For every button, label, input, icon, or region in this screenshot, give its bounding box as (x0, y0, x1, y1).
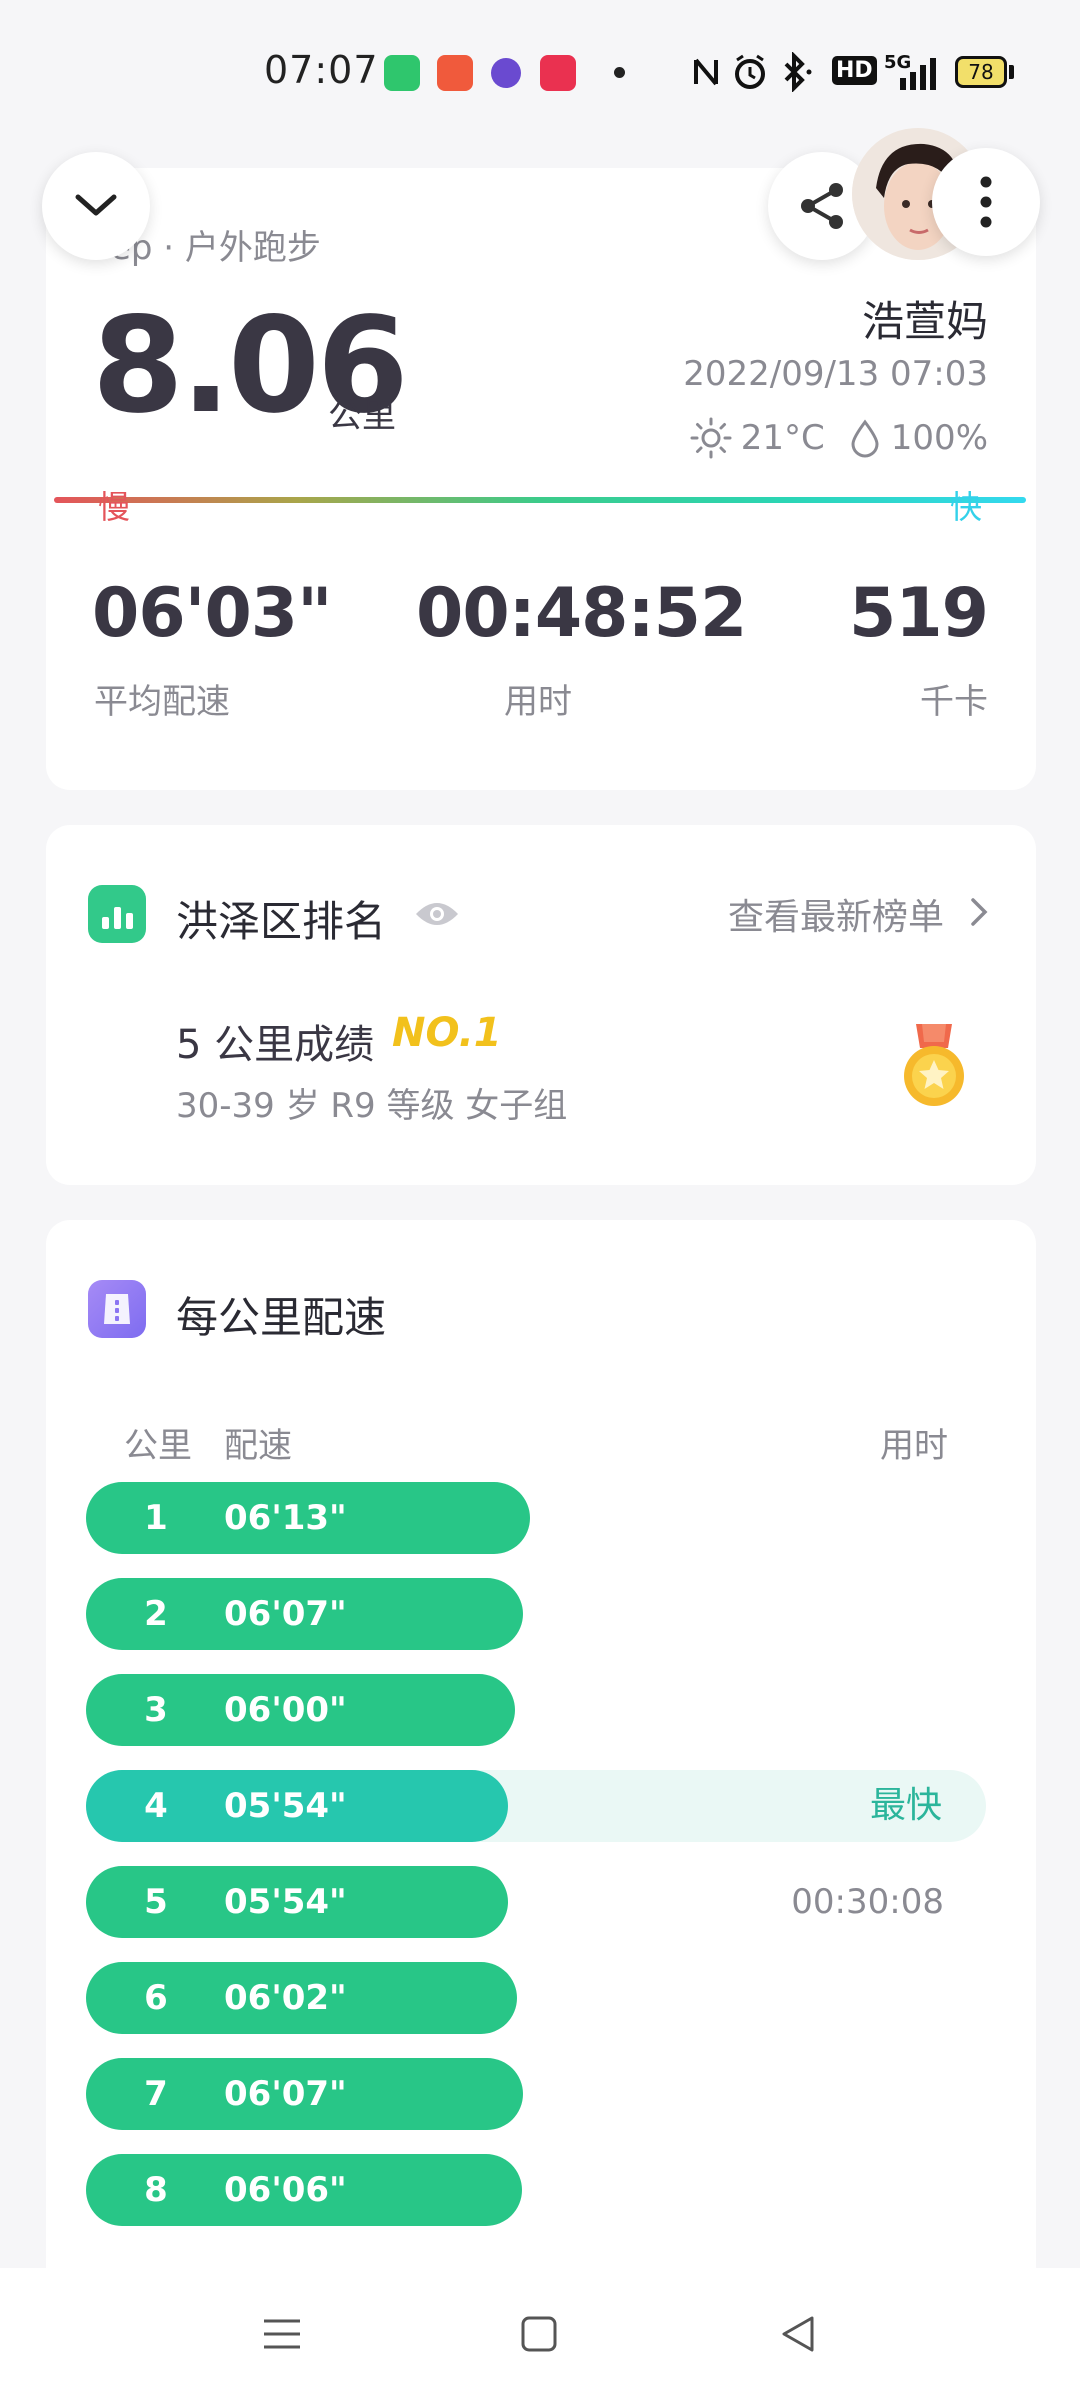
split-row: 4 05'54" 最快 (86, 1770, 986, 1842)
more-options-button[interactable] (932, 148, 1040, 256)
wechat-app-icon (384, 55, 420, 91)
split-km: 1 (144, 1498, 168, 1538)
pace-list-icon (88, 1280, 146, 1338)
split-row: 3 06'00" (86, 1674, 986, 1746)
split-km: 4 (144, 1786, 168, 1826)
username: 浩萱妈 (861, 297, 988, 346)
menu-button[interactable] (252, 2304, 312, 2364)
sun-icon (690, 417, 732, 459)
avg-pace-value: 06'03" (92, 574, 333, 653)
alarm-icon (735, 54, 765, 89)
calories-value: 519 (849, 574, 989, 653)
weather-info: 21°C 100% (689, 416, 988, 460)
video-app-icon (540, 55, 576, 91)
split-row: 8 06'06" (86, 2154, 986, 2226)
ranking-group: 30-39 岁 R9 等级 女子组 (176, 1086, 568, 1126)
run-datetime: 2022/09/13 07:03 (683, 354, 988, 394)
split-cumulative-time: 00:30:08 (791, 1882, 944, 1922)
split-km: 3 (144, 1690, 168, 1730)
ranking-card[interactable] (46, 825, 1036, 1185)
column-header-km: 公里 (124, 1426, 192, 1466)
split-pace: 05'54" (224, 1882, 347, 1922)
signal-icon (900, 58, 936, 90)
column-header-time: 用时 (880, 1426, 948, 1466)
split-row: 6 06'02" (86, 1962, 986, 2034)
split-pace: 06'13" (224, 1498, 347, 1538)
split-row: 5 05'54" 00:30:08 (86, 1866, 986, 1938)
eye-icon[interactable] (412, 896, 462, 932)
medal-icon (904, 1024, 964, 1106)
speed-fast-label: 快 (950, 488, 983, 526)
column-header-pace: 配速 (224, 1426, 292, 1466)
split-km: 2 (144, 1594, 168, 1634)
distance-unit: 公里 (328, 396, 396, 436)
fastest-badge: 最快 (869, 1785, 942, 1826)
ranking-chart-icon (88, 885, 146, 943)
ranking-position: NO.1 (392, 1010, 502, 1056)
split-pace: 05'54" (224, 1786, 347, 1826)
share-icon (801, 183, 843, 229)
split-pace: 06'07" (224, 1594, 347, 1634)
split-km: 6 (144, 1978, 168, 2018)
split-pace: 06'07" (224, 2074, 347, 2114)
battery-tip (1009, 65, 1014, 79)
ranking-score-label: 5 公里成绩 (176, 1022, 375, 1068)
split-pace: 06'06" (224, 2170, 347, 2210)
calories-label: 千卡 (920, 682, 988, 722)
split-km: 7 (144, 2074, 168, 2114)
temperature: 21°C (740, 418, 825, 458)
bluetooth-icon (784, 52, 812, 92)
split-row: 2 06'07" (86, 1578, 986, 1650)
chevron-down-icon (75, 194, 117, 216)
avg-pace-label: 平均配速 (94, 682, 230, 722)
split-pace: 06'00" (224, 1690, 347, 1730)
more-vertical-icon (980, 176, 992, 228)
duration-label: 用时 (504, 682, 572, 722)
status-bar: 07:07 HD 5G 78 (0, 0, 1080, 140)
purple-app-icon (491, 58, 521, 88)
split-row: 1 06'13" (86, 1482, 986, 1554)
duration-value: 00:48:52 (416, 574, 747, 653)
music-app-icon (437, 55, 473, 91)
back-triangle-icon (782, 2316, 814, 2352)
home-button[interactable] (509, 2304, 569, 2364)
speed-slow-label: 慢 (98, 488, 131, 526)
view-latest-ranking-link[interactable]: 查看最新榜单 (728, 888, 944, 940)
system-navigation-bar (0, 2268, 1080, 2400)
humidity-drop-icon (851, 419, 879, 458)
split-pace: 06'02" (224, 1978, 347, 2018)
hd-badge: HD (832, 56, 877, 85)
home-square-icon (521, 2316, 557, 2352)
splits-title: 每公里配速 (176, 1293, 387, 1342)
chevron-right-icon[interactable] (965, 892, 993, 932)
humidity: 100% (890, 418, 988, 458)
notification-dot-icon (614, 67, 625, 78)
split-row: 7 06'07" (86, 2058, 986, 2130)
split-km: 5 (144, 1882, 168, 1922)
status-time: 07:07 (264, 48, 379, 92)
battery-icon: 78 (955, 56, 1007, 88)
split-km: 8 (144, 2170, 168, 2210)
nfc-icon (694, 58, 718, 86)
ranking-title: 洪泽区排名 (176, 897, 387, 946)
speed-gradient-bar (54, 497, 1026, 503)
collapse-button[interactable] (42, 152, 150, 260)
menu-lines-icon (264, 2319, 300, 2349)
back-button[interactable] (768, 2304, 828, 2364)
